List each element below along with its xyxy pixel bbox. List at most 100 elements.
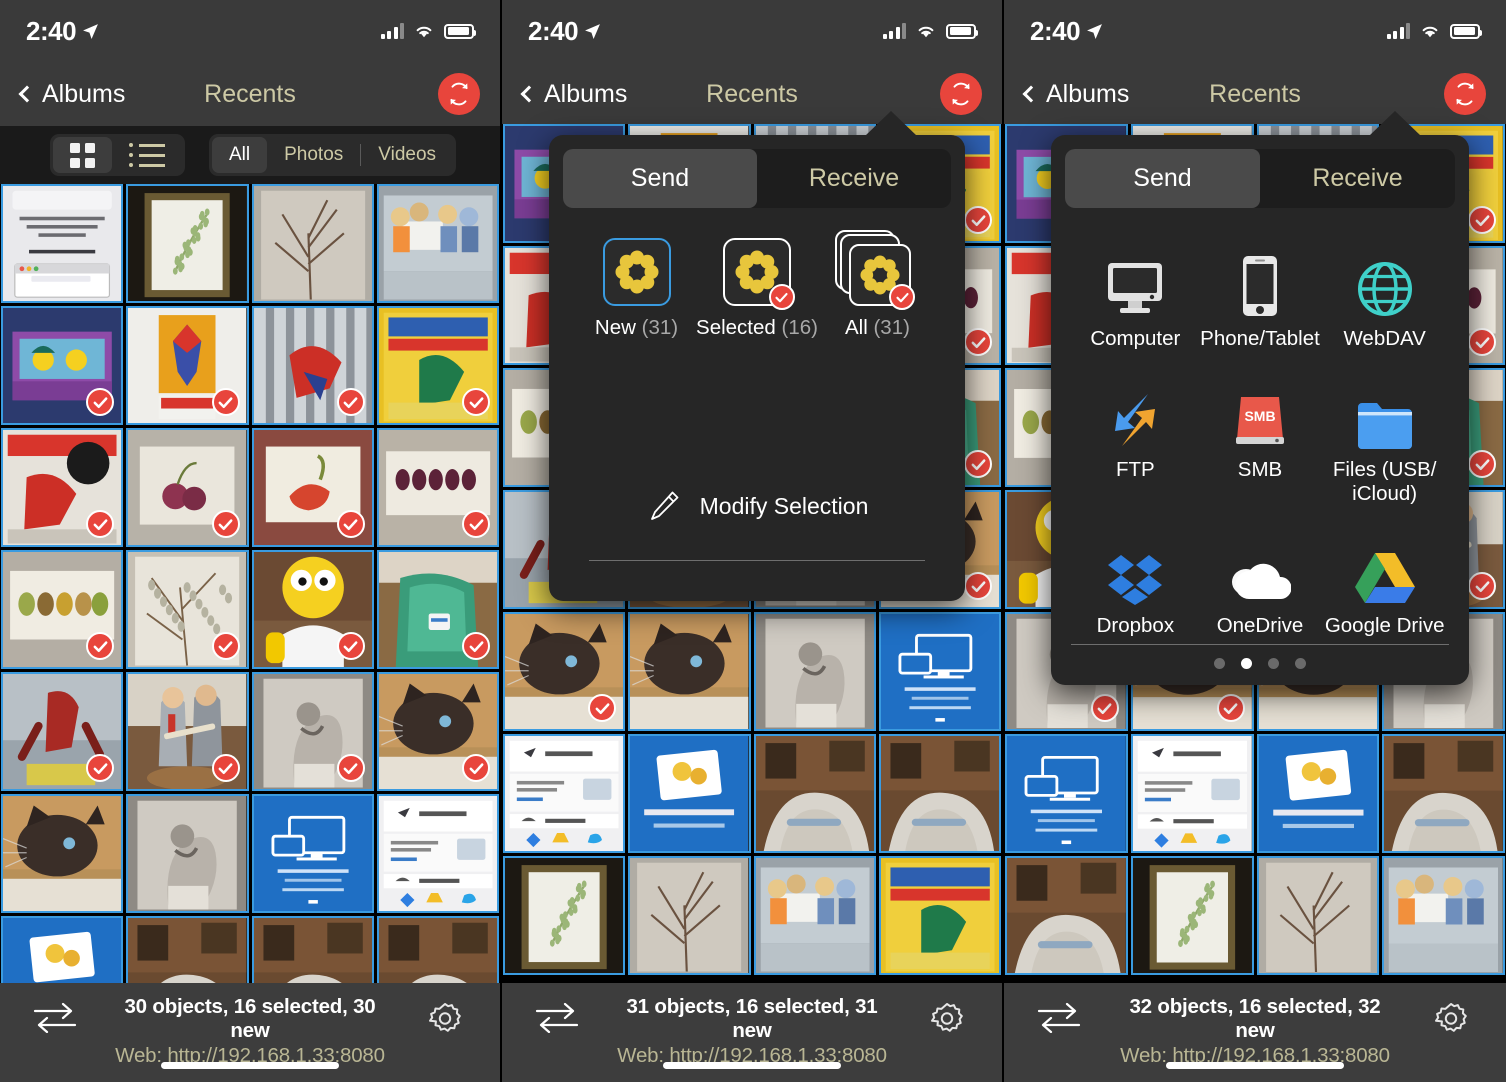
- grid-view-button[interactable]: [53, 137, 112, 173]
- photo-grid-cell[interactable]: [126, 306, 249, 425]
- photo-grid-cell[interactable]: [126, 672, 249, 791]
- transfer-button[interactable]: [1004, 995, 1114, 1033]
- photo-grid-cell[interactable]: [1, 672, 124, 791]
- photo-grid-cell[interactable]: [126, 184, 249, 303]
- photo-grid-cell[interactable]: [251, 550, 374, 669]
- photo-grid-cell[interactable]: [1382, 734, 1505, 853]
- source-option-selected[interactable]: Selected (16): [696, 238, 818, 340]
- photo-grid-cell[interactable]: [251, 672, 374, 791]
- photo-grid-cell[interactable]: [251, 916, 374, 983]
- destination-google-drive[interactable]: Google Drive: [1322, 527, 1447, 638]
- photo-grid-cell[interactable]: [878, 612, 1001, 731]
- destination-smb[interactable]: SMB SMB: [1198, 371, 1323, 506]
- refresh-button[interactable]: [438, 73, 480, 115]
- photo-grid-cell[interactable]: [1130, 856, 1254, 975]
- filter-all-button[interactable]: All: [212, 137, 268, 173]
- filter-photos-button[interactable]: Photos: [267, 137, 360, 173]
- page-dot[interactable]: [1214, 657, 1225, 669]
- photo-grid-cell[interactable]: [251, 306, 374, 425]
- photo-grid-cell[interactable]: [1, 916, 124, 983]
- photo-grid-cell[interactable]: [251, 184, 374, 303]
- destination-webdav[interactable]: WebDAV: [1322, 240, 1447, 351]
- photo-grid-cell[interactable]: [1, 550, 124, 669]
- settings-button[interactable]: [1396, 995, 1506, 1042]
- back-to-albums-button[interactable]: Albums: [18, 80, 125, 109]
- photo-grid-cell[interactable]: [251, 428, 374, 547]
- phone-panel-1: 2:40 Albums Recents All Photos Videos 30…: [0, 0, 502, 1082]
- photo-grid-cell[interactable]: [628, 612, 751, 731]
- refresh-button[interactable]: [940, 73, 982, 115]
- page-dot[interactable]: [1241, 657, 1252, 669]
- photo-grid-cell[interactable]: [126, 916, 249, 983]
- list-view-button[interactable]: [112, 137, 182, 173]
- photo-grid-cell[interactable]: [878, 856, 1001, 975]
- back-to-albums-button[interactable]: Albums: [520, 80, 627, 109]
- photo-grid-cell[interactable]: [878, 734, 1001, 853]
- selected-checkmark-badge: [211, 510, 240, 538]
- photo-grid-cell[interactable]: [753, 612, 876, 731]
- photo-grid-cell[interactable]: [503, 856, 626, 975]
- photo-grid-cell[interactable]: [376, 428, 499, 547]
- checkmark-icon: [343, 396, 358, 408]
- photo-grid-cell[interactable]: [628, 856, 751, 975]
- destination-files[interactable]: Files (USB/ iCloud): [1322, 371, 1447, 506]
- status-bar: 2:40: [0, 0, 500, 62]
- page-dots[interactable]: [1051, 645, 1469, 685]
- photo-grid-cell[interactable]: [503, 734, 626, 853]
- list-view-icon: [129, 143, 165, 167]
- photo-grid-cell[interactable]: [753, 734, 876, 853]
- clock-label: 2:40: [26, 15, 77, 46]
- selected-checkmark-badge: [462, 754, 490, 782]
- source-option-new[interactable]: New (31): [577, 238, 696, 340]
- photo-grid-cell[interactable]: [1256, 856, 1380, 975]
- transfer-button[interactable]: [0, 995, 110, 1033]
- source-all-label: All: [844, 316, 868, 339]
- page-dot[interactable]: [1295, 657, 1306, 669]
- filter-videos-button[interactable]: Videos: [361, 137, 453, 173]
- photo-grid-cell[interactable]: [1, 428, 124, 547]
- photo-grid-cell[interactable]: [376, 184, 499, 303]
- photo-grid-cell[interactable]: [1005, 734, 1128, 853]
- tab-send[interactable]: Send: [563, 149, 757, 208]
- destination-dropbox[interactable]: Dropbox: [1073, 527, 1198, 638]
- tab-send[interactable]: Send: [1065, 149, 1260, 208]
- photo-grid-cell[interactable]: [1256, 734, 1380, 853]
- tab-receive[interactable]: Receive: [1260, 149, 1455, 208]
- destination-onedrive[interactable]: OneDrive: [1198, 527, 1323, 638]
- selected-checkmark-badge: [1468, 450, 1496, 478]
- photo-grid-scroll-area[interactable]: [0, 184, 500, 983]
- photo-grid-cell[interactable]: [1382, 856, 1505, 975]
- tab-receive[interactable]: Receive: [757, 149, 951, 208]
- photo-grid-cell[interactable]: [376, 672, 499, 791]
- back-to-albums-button[interactable]: Albums: [1022, 80, 1129, 109]
- destination-computer[interactable]: Computer: [1073, 240, 1198, 351]
- photo-grid-cell[interactable]: [376, 794, 499, 913]
- photo-grid-cell[interactable]: [753, 856, 876, 975]
- transfer-button[interactable]: [502, 995, 612, 1033]
- photo-grid-cell[interactable]: [1, 184, 124, 303]
- photo-grid-cell[interactable]: [376, 916, 499, 983]
- checkmark-icon: [218, 518, 233, 530]
- photo-grid-cell[interactable]: [628, 734, 751, 853]
- photo-grid-cell[interactable]: [1, 306, 124, 425]
- source-option-all[interactable]: All (31): [818, 230, 937, 340]
- selected-checkmark-badge: [462, 510, 490, 538]
- destination-label: WebDAV: [1343, 327, 1426, 350]
- photo-grid-cell[interactable]: [1, 794, 124, 913]
- modify-selection-button[interactable]: Modify Selection: [569, 488, 945, 524]
- refresh-button[interactable]: [1444, 73, 1486, 115]
- photo-grid-cell[interactable]: [126, 550, 249, 669]
- destination-phone-tablet[interactable]: Phone/Tablet: [1198, 240, 1323, 351]
- photo-grid-cell[interactable]: [251, 794, 374, 913]
- page-dot[interactable]: [1268, 657, 1279, 669]
- settings-button[interactable]: [892, 995, 1002, 1042]
- photo-grid-cell[interactable]: [376, 550, 499, 669]
- settings-button[interactable]: [390, 995, 500, 1042]
- destination-ftp[interactable]: FTP: [1073, 371, 1198, 506]
- photo-grid-cell[interactable]: [376, 306, 499, 425]
- photo-grid-cell[interactable]: [503, 612, 626, 731]
- photo-grid-cell[interactable]: [126, 794, 249, 913]
- photo-grid-cell[interactable]: [1130, 734, 1254, 853]
- photo-grid-cell[interactable]: [126, 428, 249, 547]
- photo-grid-cell[interactable]: [1005, 856, 1128, 975]
